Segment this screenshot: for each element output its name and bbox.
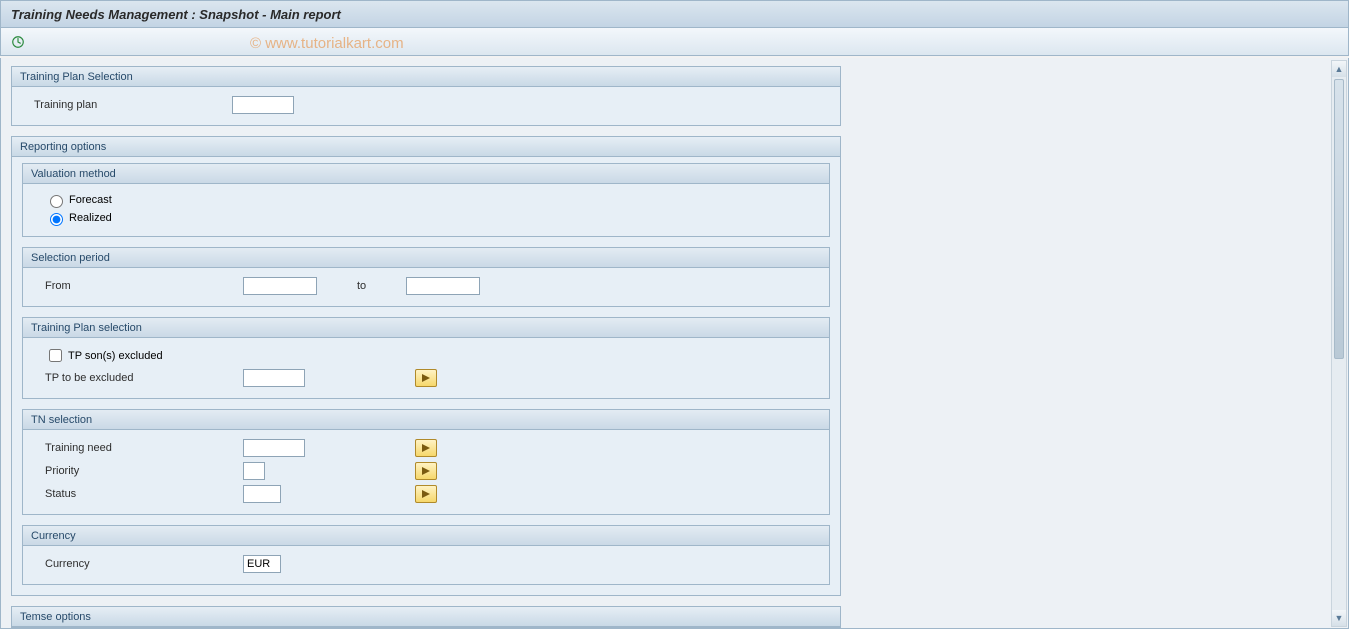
group-temse-options: Temse options — [11, 606, 841, 628]
to-label: to — [357, 280, 366, 292]
group-header: Temse options — [12, 607, 840, 627]
group-currency: Currency Currency — [22, 525, 830, 585]
arrow-right-icon — [421, 466, 431, 476]
radio-realized[interactable]: Realized — [33, 210, 819, 226]
priority-label: Priority — [33, 465, 243, 477]
training-plan-label: Training plan — [22, 99, 232, 111]
multi-select-button[interactable] — [415, 462, 437, 480]
scroll-down-icon[interactable]: ▼ — [1332, 610, 1346, 626]
arrow-right-icon — [421, 373, 431, 383]
from-label: From — [33, 280, 243, 292]
group-reporting-options: Reporting options Valuation method Forec… — [11, 136, 841, 596]
status-input[interactable] — [243, 485, 281, 503]
radio-realized-label: Realized — [69, 212, 112, 224]
tp-sons-excluded-label: TP son(s) excluded — [68, 350, 163, 362]
to-input[interactable] — [406, 277, 480, 295]
currency-input[interactable] — [243, 555, 281, 573]
group-header: Selection period — [23, 248, 829, 268]
radio-forecast-label: Forecast — [69, 194, 112, 206]
radio-forecast-input[interactable] — [50, 195, 63, 208]
radio-realized-input[interactable] — [50, 213, 63, 226]
multi-select-button[interactable] — [415, 439, 437, 457]
multi-select-button[interactable] — [415, 485, 437, 503]
training-need-input[interactable] — [243, 439, 305, 457]
multi-select-button[interactable] — [415, 369, 437, 387]
training-need-label: Training need — [33, 442, 243, 454]
group-header: Currency — [23, 526, 829, 546]
from-input[interactable] — [243, 277, 317, 295]
group-tp-selection: Training Plan selection TP son(s) exclud… — [22, 317, 830, 399]
group-header: Reporting options — [12, 137, 840, 157]
vertical-scrollbar[interactable]: ▲ ▼ — [1331, 60, 1347, 627]
group-header: Valuation method — [23, 164, 829, 184]
group-header: Training Plan selection — [23, 318, 829, 338]
training-plan-input[interactable] — [232, 96, 294, 114]
radio-forecast[interactable]: Forecast — [33, 192, 819, 208]
page-title: Training Needs Management : Snapshot - M… — [11, 7, 341, 22]
execute-icon[interactable] — [9, 33, 27, 51]
title-bar: Training Needs Management : Snapshot - M… — [0, 0, 1349, 28]
tp-to-be-excluded-input[interactable] — [243, 369, 305, 387]
tp-to-be-excluded-label: TP to be excluded — [33, 372, 243, 384]
application-toolbar — [0, 28, 1349, 56]
status-label: Status — [33, 488, 243, 500]
tp-sons-excluded-input[interactable] — [49, 349, 62, 362]
group-header: Training Plan Selection — [12, 67, 840, 87]
group-header: TN selection — [23, 410, 829, 430]
currency-label: Currency — [33, 558, 243, 570]
group-training-plan-selection: Training Plan Selection Training plan — [11, 66, 841, 126]
scroll-up-icon[interactable]: ▲ — [1332, 61, 1346, 77]
scroll-thumb[interactable] — [1334, 79, 1344, 359]
arrow-right-icon — [421, 489, 431, 499]
priority-input[interactable] — [243, 462, 265, 480]
work-area: Training Plan Selection Training plan Re… — [0, 58, 1349, 629]
group-valuation-method: Valuation method Forecast Realized — [22, 163, 830, 237]
arrow-right-icon — [421, 443, 431, 453]
tp-sons-excluded-checkbox[interactable]: TP son(s) excluded — [33, 346, 819, 365]
group-tn-selection: TN selection Training need Priority — [22, 409, 830, 515]
group-selection-period: Selection period From to — [22, 247, 830, 307]
